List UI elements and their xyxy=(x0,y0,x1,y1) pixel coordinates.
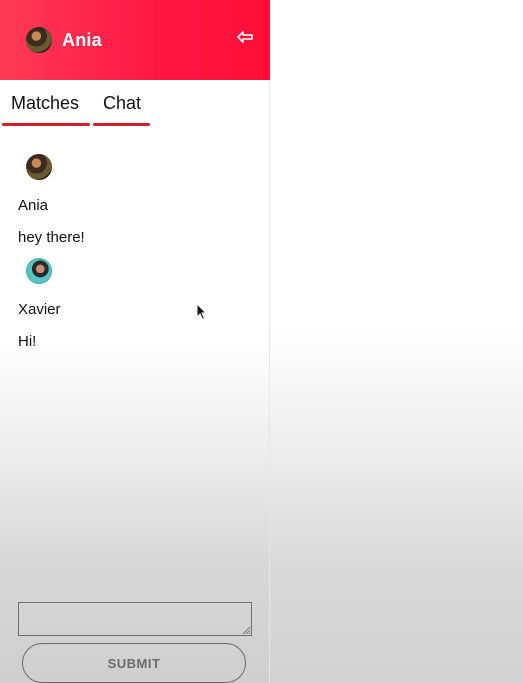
logout-button[interactable] xyxy=(234,27,256,47)
resize-grip-icon[interactable] xyxy=(242,626,251,635)
header-avatar xyxy=(26,27,52,53)
header-user-name: Ania xyxy=(62,29,102,50)
message-avatar-ania xyxy=(26,154,52,180)
message-avatar-xavier xyxy=(26,258,52,284)
chat-header: Ania xyxy=(0,0,270,80)
tab-chat-label: Chat xyxy=(103,93,142,113)
tab-matches-label: Matches xyxy=(11,93,80,113)
message-item: Ania hey there! xyxy=(18,148,258,252)
submit-button[interactable]: SUBMIT xyxy=(22,643,246,683)
message-input[interactable] xyxy=(18,602,252,636)
message-sender: Xavier xyxy=(18,301,61,318)
main-blank-area xyxy=(270,0,523,683)
message-list: Ania hey there! Xavier Hi! xyxy=(18,148,258,356)
message-text: Hi! xyxy=(18,333,37,350)
message-text: hey there! xyxy=(18,229,85,246)
message-sender: Ania xyxy=(18,197,49,214)
chat-panel: Ania Matches Chat Ania hey there! Xavier… xyxy=(0,0,270,683)
tab-matches-underline xyxy=(2,123,90,126)
logout-arrow-icon xyxy=(237,31,253,43)
app-root: Ania Matches Chat Ania hey there! Xavier… xyxy=(0,0,523,683)
message-item: Xavier Hi! xyxy=(18,252,258,356)
tab-chat-underline xyxy=(93,123,150,126)
tab-bar: Matches Chat xyxy=(0,90,270,126)
tab-chat[interactable]: Chat xyxy=(93,90,150,126)
tab-matches[interactable]: Matches xyxy=(2,90,90,126)
